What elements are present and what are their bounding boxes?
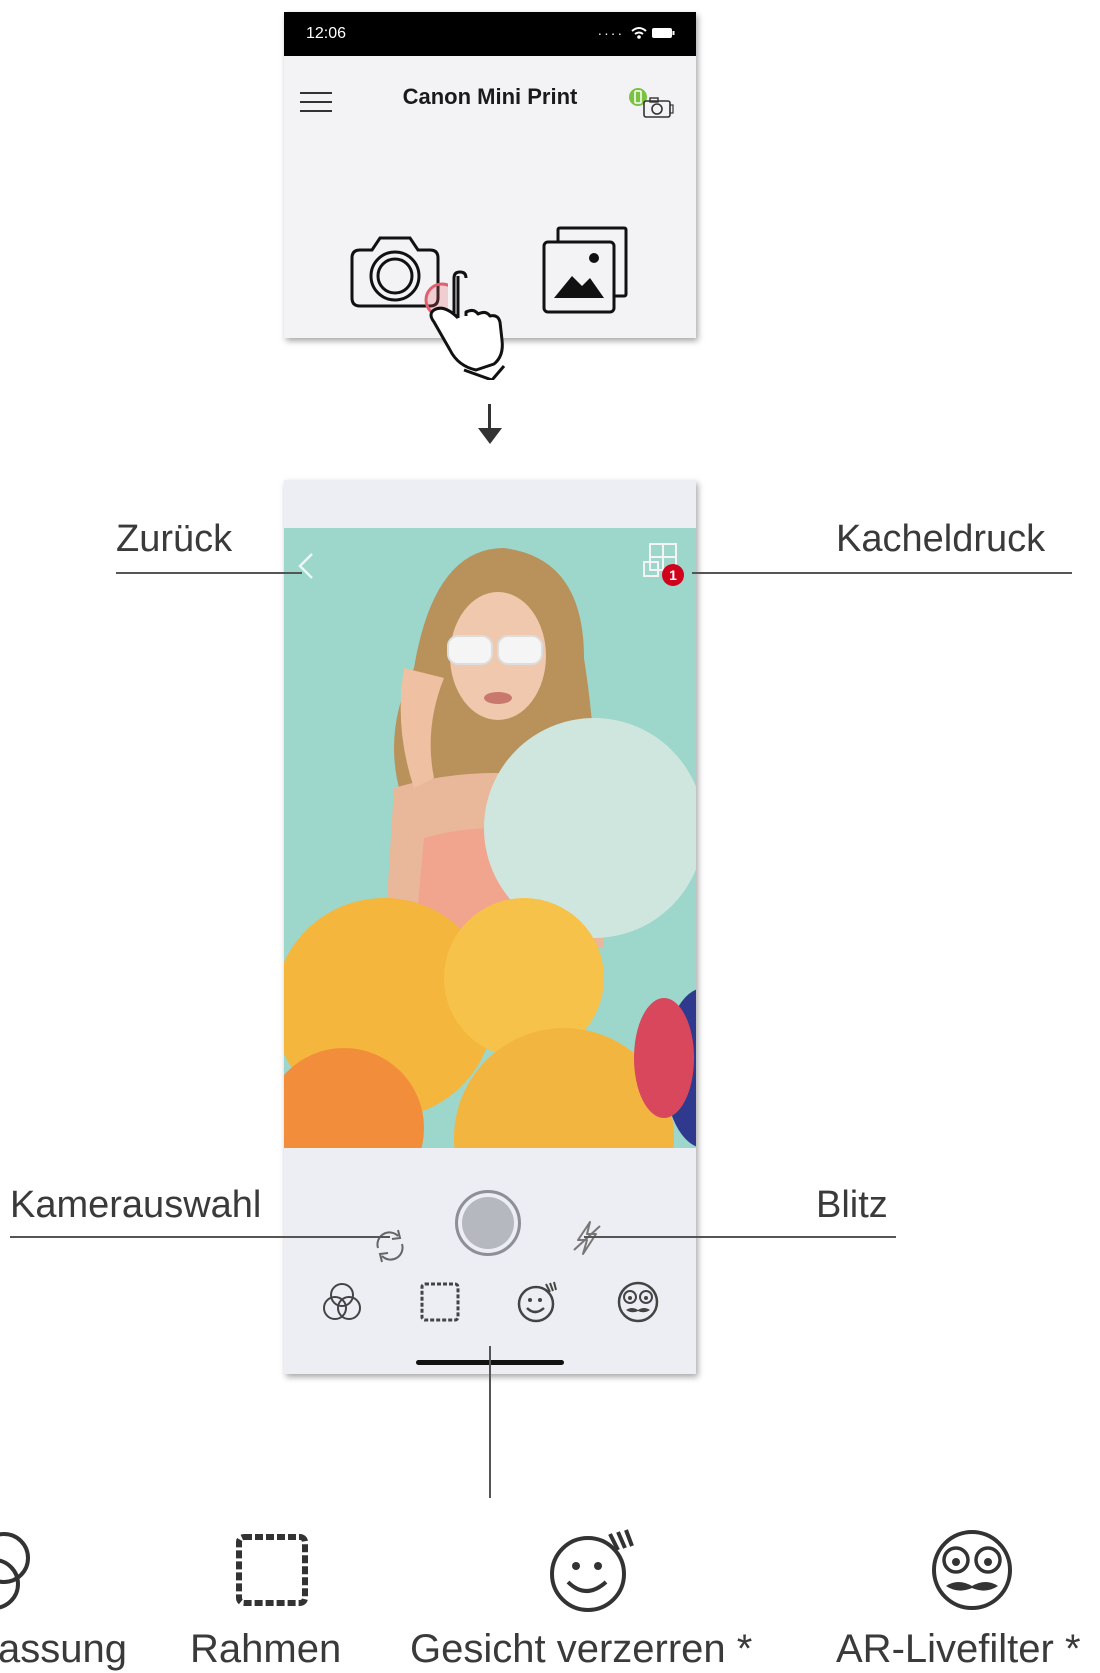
filter-icon — [0, 1528, 46, 1617]
bottom-tool-label-1: Rahmen — [190, 1627, 342, 1671]
callout-back-label: Zurück — [116, 518, 233, 560]
frame-icon — [234, 1532, 310, 1613]
callout-camera-select-line — [10, 1236, 390, 1238]
bottom-tool-label-2: Gesicht verzerren * — [410, 1627, 753, 1671]
callout-tile-print-label: Kacheldruck — [836, 518, 1046, 560]
status-bar: 12:06 ···· — [284, 12, 696, 56]
callout-flash-line — [584, 1236, 896, 1238]
shutter-button[interactable] — [455, 1190, 521, 1256]
callout-tools-line — [489, 1346, 491, 1498]
status-time: 12:06 — [306, 25, 347, 42]
frame-tool-icon[interactable] — [418, 1280, 462, 1329]
ar-face-icon — [926, 1528, 1018, 1617]
tile-print-badge: 1 — [662, 564, 684, 586]
flash-off-icon[interactable] — [572, 1220, 602, 1261]
camera-screen: 1 — [284, 480, 696, 1374]
pointing-hand-icon — [414, 270, 514, 385]
tile-print-icon[interactable]: 1 — [642, 542, 686, 593]
camera-preview — [284, 528, 696, 1148]
down-arrow-icon — [476, 404, 504, 451]
filter-tool-icon[interactable] — [320, 1280, 364, 1329]
callout-tile-print-line — [692, 572, 1072, 574]
camera-switch-icon[interactable] — [370, 1226, 410, 1271]
bottom-tool-label-0: assung — [0, 1627, 127, 1671]
callout-camera-select-label: Kamerauswahl — [10, 1184, 262, 1226]
gallery-icon[interactable] — [540, 224, 640, 321]
status-icons: ···· — [597, 25, 676, 41]
bottom-tool-label-3: AR-Livefilter * — [836, 1627, 1081, 1671]
callout-back-line — [116, 572, 302, 574]
printer-status-icon[interactable] — [628, 87, 676, 126]
ar-filter-tool-icon[interactable] — [614, 1280, 662, 1329]
app-home-screen: 12:06 ···· Canon Mini Print — [284, 12, 696, 382]
back-chevron-icon[interactable] — [296, 552, 316, 585]
face-warp-icon — [548, 1526, 640, 1619]
face-warp-tool-icon[interactable] — [516, 1280, 560, 1329]
callout-flash-label: Blitz — [816, 1184, 888, 1226]
